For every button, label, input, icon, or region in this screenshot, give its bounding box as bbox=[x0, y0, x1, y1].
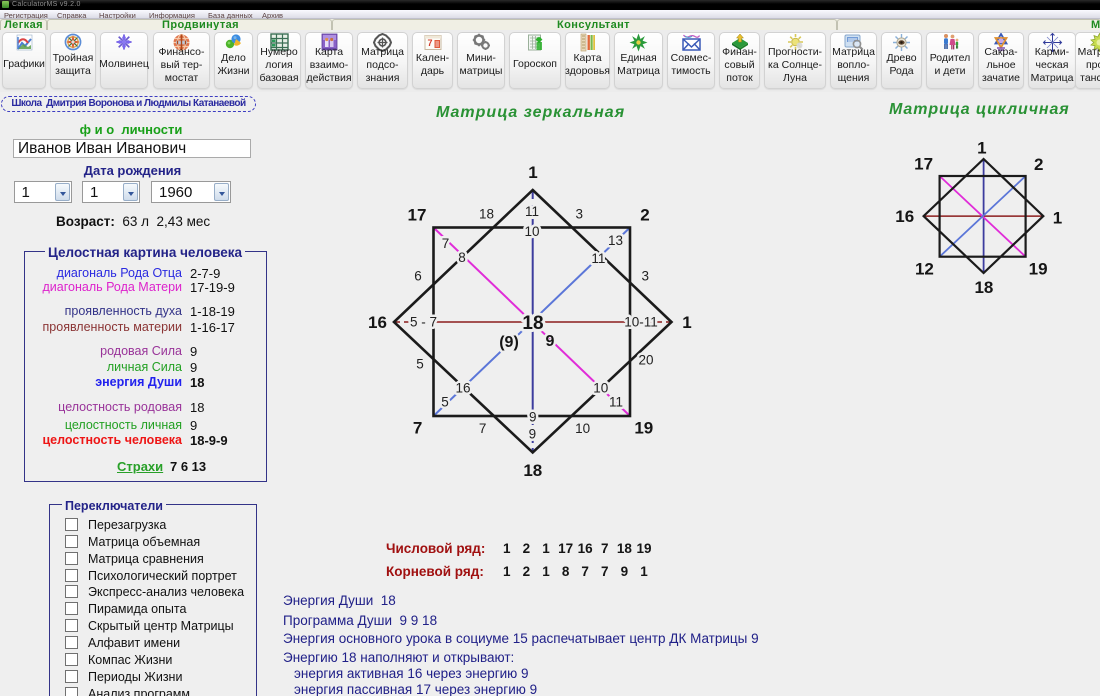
svg-text:18: 18 bbox=[522, 313, 543, 334]
svg-text:5: 5 bbox=[416, 357, 424, 372]
svg-text:18: 18 bbox=[974, 278, 993, 297]
svg-text:16: 16 bbox=[895, 207, 914, 226]
svg-text:18: 18 bbox=[479, 206, 494, 221]
svg-text:1: 1 bbox=[528, 163, 537, 182]
svg-text:9: 9 bbox=[529, 409, 537, 424]
svg-text:16: 16 bbox=[455, 381, 470, 396]
svg-text:1: 1 bbox=[682, 313, 691, 332]
svg-text:11: 11 bbox=[525, 204, 539, 219]
svg-text:10: 10 bbox=[524, 224, 539, 239]
svg-text:3: 3 bbox=[642, 269, 650, 284]
svg-text:1: 1 bbox=[977, 139, 986, 158]
svg-text:10: 10 bbox=[575, 421, 590, 436]
svg-text:9: 9 bbox=[546, 333, 555, 350]
svg-text:7: 7 bbox=[427, 38, 432, 48]
svg-text:20: 20 bbox=[638, 353, 653, 368]
svg-text:17: 17 bbox=[914, 155, 933, 174]
svg-text:7: 7 bbox=[479, 421, 487, 436]
svg-text:11: 11 bbox=[591, 251, 605, 266]
svg-text:13: 13 bbox=[608, 233, 623, 248]
svg-text:19: 19 bbox=[1029, 260, 1048, 279]
svg-text:10: 10 bbox=[593, 381, 608, 396]
svg-text:9: 9 bbox=[529, 427, 537, 442]
svg-text:3: 3 bbox=[576, 206, 584, 221]
svg-text:10-11: 10-11 bbox=[624, 315, 658, 330]
svg-text:17: 17 bbox=[408, 206, 427, 225]
svg-text:8: 8 bbox=[458, 250, 466, 265]
svg-text:(9): (9) bbox=[499, 334, 519, 351]
svg-text:7: 7 bbox=[442, 236, 450, 251]
svg-text:2: 2 bbox=[1034, 155, 1043, 174]
svg-text:5 - 7: 5 - 7 bbox=[410, 315, 437, 330]
svg-text:5: 5 bbox=[441, 395, 449, 410]
svg-text:12: 12 bbox=[915, 260, 934, 279]
svg-text:2: 2 bbox=[640, 206, 649, 225]
svg-text:7: 7 bbox=[413, 419, 422, 438]
svg-text:18: 18 bbox=[523, 461, 542, 480]
svg-text:19: 19 bbox=[634, 419, 653, 438]
svg-text:16: 16 bbox=[368, 313, 387, 332]
svg-text:6: 6 bbox=[414, 269, 422, 284]
svg-text:1: 1 bbox=[1053, 209, 1062, 228]
svg-text:11: 11 bbox=[609, 395, 623, 410]
